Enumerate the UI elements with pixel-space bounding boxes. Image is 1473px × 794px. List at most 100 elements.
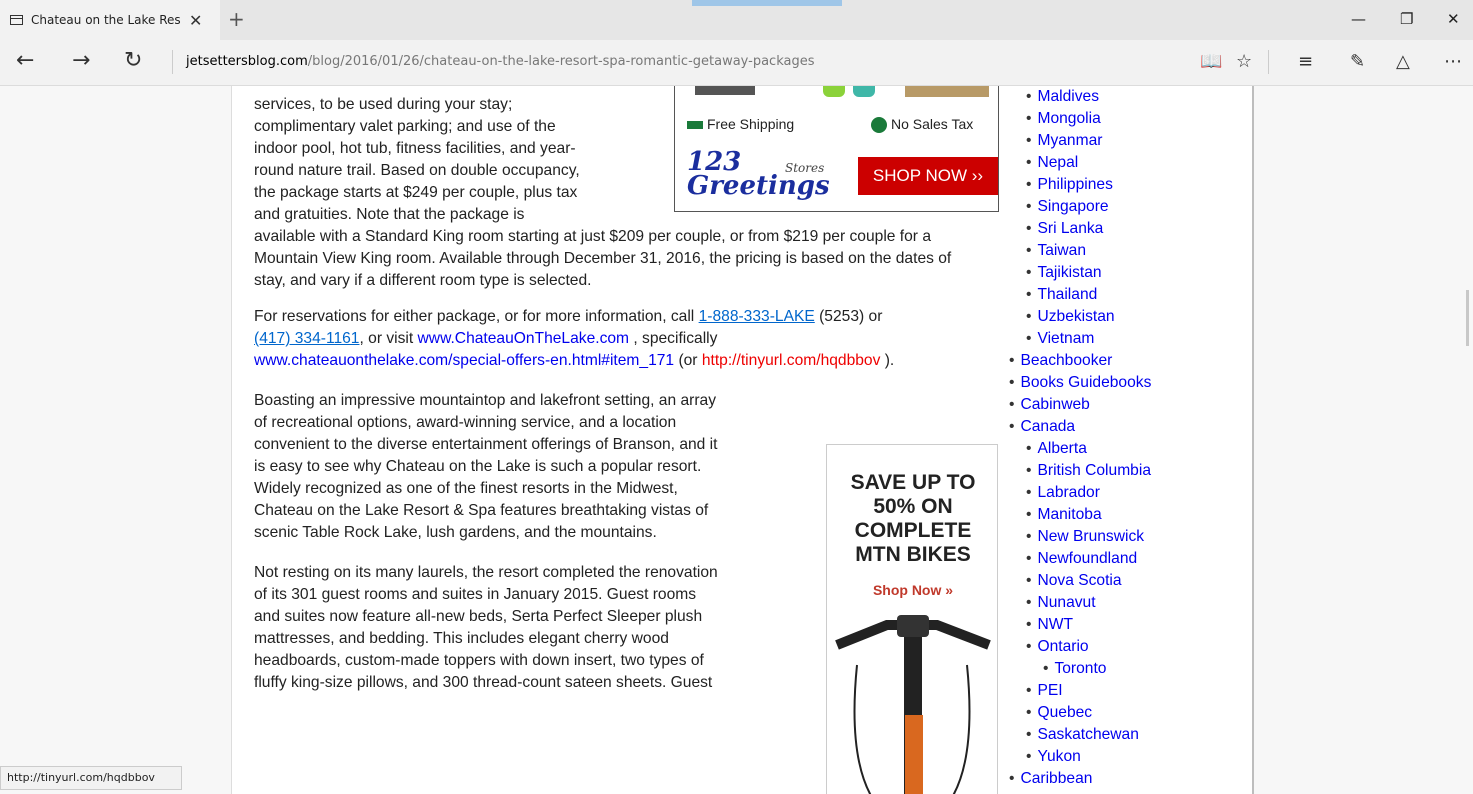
bullet-icon: • bbox=[1009, 418, 1015, 435]
p3-line: Boasting an impressive mountaintop and l… bbox=[254, 392, 717, 409]
phone-link-tollfree[interactable]: 1-888-333-LAKE bbox=[699, 308, 815, 325]
sidebar-item-label: Newfoundland bbox=[1037, 550, 1138, 567]
bullet-icon: • bbox=[1026, 88, 1032, 105]
back-arrow-icon[interactable]: ← bbox=[16, 48, 34, 73]
sidebar-item-label: Books Guidebooks bbox=[1020, 374, 1152, 391]
sidebar-item[interactable]: • Alberta bbox=[1009, 438, 1249, 460]
bike-ad[interactable]: SAVE UP TO 50% ON COMPLETE MTN BIKES Sho… bbox=[826, 444, 998, 794]
sidebar-item[interactable]: • British Columbia bbox=[1009, 460, 1249, 482]
status-bar-url: http://tinyurl.com/hqdbbov bbox=[0, 766, 182, 790]
sidebar-item-label: Nepal bbox=[1037, 154, 1079, 171]
sidebar-item[interactable]: • Ontario bbox=[1009, 636, 1249, 658]
tab-active[interactable]: Chateau on the Lake Res ✕ bbox=[0, 0, 220, 40]
sidebar-item[interactable]: • PEI bbox=[1009, 680, 1249, 702]
sidebar-item[interactable]: • Beachbooker bbox=[1009, 350, 1249, 372]
sidebar-item[interactable]: • Books Guidebooks bbox=[1009, 372, 1249, 394]
address-bar[interactable]: jetsettersblog.com/blog/2016/01/26/chate… bbox=[186, 54, 814, 69]
brand-greetings: Greetings bbox=[687, 171, 830, 201]
ad-product-image bbox=[853, 86, 875, 97]
address-separator bbox=[172, 50, 173, 74]
sidebar-item[interactable]: • Tajikistan bbox=[1009, 262, 1249, 284]
restore-icon[interactable]: ❐ bbox=[1400, 10, 1413, 28]
greetings-ad[interactable]: Free Shipping No Sales Tax 123 Stores Gr… bbox=[674, 86, 999, 212]
sidebar-item-label: Vietnam bbox=[1037, 330, 1095, 347]
sidebar-item[interactable]: • Sri Lanka bbox=[1009, 218, 1249, 240]
bullet-icon: • bbox=[1026, 682, 1032, 699]
reservations-text: (or bbox=[674, 352, 702, 369]
sidebar-item-label: Sri Lanka bbox=[1037, 220, 1104, 237]
minimize-icon[interactable]: — bbox=[1351, 10, 1366, 28]
bullet-icon: • bbox=[1026, 330, 1032, 347]
sidebar-item[interactable]: • Myanmar bbox=[1009, 130, 1249, 152]
sidebar-item[interactable]: • Thailand bbox=[1009, 284, 1249, 306]
sidebar-item[interactable]: • Uzbekistan bbox=[1009, 306, 1249, 328]
address-domain: jetsettersblog.com bbox=[186, 54, 308, 69]
headline-line: SAVE UP TO bbox=[850, 471, 976, 494]
p3-line: Chateau on the Lake Resort & Spa feature… bbox=[254, 502, 709, 519]
tinyurl-link[interactable]: http://tinyurl.com/hqdbbov bbox=[702, 352, 881, 369]
bullet-icon: • bbox=[1026, 220, 1032, 237]
sidebar-item[interactable]: • New Brunswick bbox=[1009, 526, 1249, 548]
sidebar-item[interactable]: • Caribbean bbox=[1009, 768, 1249, 790]
sidebar-item[interactable]: • Saskatchewan bbox=[1009, 724, 1249, 746]
bullet-icon: • bbox=[1026, 154, 1032, 171]
refresh-icon[interactable]: ↻ bbox=[124, 48, 142, 73]
sidebar-item[interactable]: • Nepal bbox=[1009, 152, 1249, 174]
bullet-icon: • bbox=[1043, 660, 1049, 677]
special-offers-link[interactable]: www.chateauonthelake.com/special-offers-… bbox=[254, 352, 674, 369]
p3-line: is easy to see why Chateau on the Lake i… bbox=[254, 458, 702, 475]
vertical-scrollbar[interactable] bbox=[1466, 290, 1469, 346]
web-note-icon[interactable]: ✎ bbox=[1350, 51, 1365, 72]
bullet-icon: • bbox=[1026, 110, 1032, 127]
shop-now-button[interactable]: SHOP NOW ›› bbox=[858, 157, 998, 195]
bullet-icon: • bbox=[1026, 462, 1032, 479]
window-drag-highlight bbox=[692, 0, 842, 6]
favorite-star-icon[interactable]: ☆ bbox=[1236, 51, 1252, 72]
close-window-icon[interactable]: ✕ bbox=[1447, 10, 1460, 28]
share-icon[interactable]: △ bbox=[1396, 51, 1410, 72]
sidebar-item[interactable]: • Maldives bbox=[1009, 86, 1249, 108]
site-link[interactable]: www.ChateauOnTheLake.com bbox=[418, 330, 630, 347]
sidebar-item[interactable]: • NWT bbox=[1009, 614, 1249, 636]
sidebar-item[interactable]: • Philippines bbox=[1009, 174, 1249, 196]
sidebar-item-label: PEI bbox=[1037, 682, 1063, 699]
sidebar-item[interactable]: • Singapore bbox=[1009, 196, 1249, 218]
sidebar-item-label: Alberta bbox=[1037, 440, 1087, 457]
sidebar-item[interactable]: • Newfoundland bbox=[1009, 548, 1249, 570]
sidebar-item-label: Thailand bbox=[1037, 286, 1098, 303]
sidebar-item[interactable]: • Vietnam bbox=[1009, 328, 1249, 350]
reservations-text: , or visit bbox=[359, 330, 418, 347]
sidebar-item-label: Canada bbox=[1020, 418, 1076, 435]
no-sales-tax-text: No Sales Tax bbox=[891, 116, 974, 132]
sidebar-item[interactable]: • Yukon bbox=[1009, 746, 1249, 768]
paragraph-reservations: For reservations for either package, or … bbox=[254, 306, 984, 372]
p1-continuation: available with a Standard King room star… bbox=[254, 228, 952, 289]
sidebar-item-label: NWT bbox=[1037, 616, 1073, 633]
p3-line: convenient to the diverse entertainment … bbox=[254, 436, 718, 453]
p4-line: fluffy king-size pillows, and 300 thread… bbox=[254, 674, 713, 691]
sidebar-item[interactable]: • Labrador bbox=[1009, 482, 1249, 504]
ad-product-image bbox=[905, 86, 989, 97]
sidebar-item[interactable]: • Nunavut bbox=[1009, 592, 1249, 614]
more-icon[interactable]: ⋯ bbox=[1444, 51, 1462, 72]
forward-arrow-icon[interactable]: → bbox=[72, 48, 90, 73]
new-tab-button[interactable]: + bbox=[228, 7, 245, 31]
bullet-icon: • bbox=[1026, 264, 1032, 281]
sidebar-item[interactable]: • Quebec bbox=[1009, 702, 1249, 724]
p1-line: the package starts at $249 per couple, p… bbox=[254, 184, 578, 201]
tab-page-icon bbox=[10, 15, 23, 25]
sidebar-item[interactable]: • Canada bbox=[1009, 416, 1249, 438]
reading-view-icon[interactable]: 📖 bbox=[1200, 51, 1222, 72]
tab-close-icon[interactable]: ✕ bbox=[189, 11, 202, 30]
sidebar-item[interactable]: • Manitoba bbox=[1009, 504, 1249, 526]
sidebar-item[interactable]: • Nova Scotia bbox=[1009, 570, 1249, 592]
bike-shop-now-link[interactable]: Shop Now » bbox=[827, 579, 997, 601]
p4-line: and suites now feature all-new beds, Ser… bbox=[254, 608, 703, 625]
sidebar-item[interactable]: • Mongolia bbox=[1009, 108, 1249, 130]
sidebar-item[interactable]: • Taiwan bbox=[1009, 240, 1249, 262]
toolbar-separator bbox=[1268, 50, 1269, 74]
sidebar-item[interactable]: • Cabinweb bbox=[1009, 394, 1249, 416]
sidebar-item[interactable]: • Toronto bbox=[1009, 658, 1249, 680]
hub-icon[interactable]: ≡ bbox=[1298, 51, 1313, 72]
phone-link-local[interactable]: (417) 334-1161 bbox=[254, 330, 359, 347]
